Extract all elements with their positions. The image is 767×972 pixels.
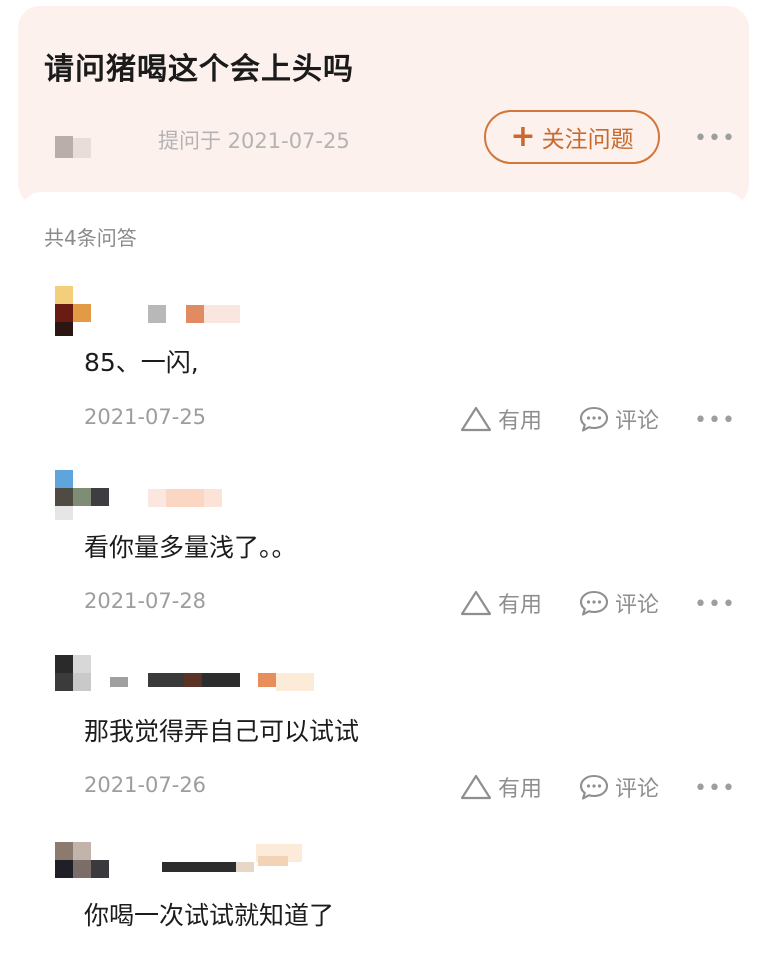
question-header-card (18, 6, 749, 206)
comment-label: 评论 (615, 777, 660, 802)
comment-button[interactable]: 评论 (579, 403, 659, 435)
avatar[interactable] (55, 655, 95, 707)
comment-label: 评论 (615, 409, 660, 434)
useful-button[interactable]: 有用 (460, 403, 542, 435)
user-name[interactable] (110, 673, 320, 697)
useful-label: 有用 (498, 593, 543, 618)
plus-icon: + (510, 119, 536, 154)
more-dots-icon[interactable]: ••• (694, 778, 736, 800)
user-name[interactable] (140, 305, 320, 329)
answer-text: 看你量多量浅了。。 (84, 533, 297, 562)
avatar[interactable] (55, 470, 109, 522)
more-dots-icon[interactable]: ••• (694, 594, 736, 616)
avatar[interactable] (55, 286, 95, 338)
avatar[interactable] (55, 842, 109, 894)
user-name[interactable] (140, 489, 320, 513)
answer-text: 你喝一次试试就知道了 (84, 901, 335, 930)
useful-button[interactable]: 有用 (460, 771, 542, 803)
answer-text: 那我觉得弄自己可以试试 (84, 717, 360, 746)
answer-text: 85、一闪, (84, 348, 199, 377)
answer-count: 共4条问答 (44, 226, 137, 250)
answer-date: 2021-07-26 (84, 773, 207, 797)
answers-card (20, 192, 747, 972)
answer-date: 2021-07-25 (84, 405, 207, 429)
triangle-outline-icon (460, 406, 492, 432)
asker-avatar[interactable] (55, 136, 95, 158)
more-dots-icon[interactable]: ••• (694, 128, 736, 150)
useful-label: 有用 (498, 409, 543, 434)
user-name[interactable] (140, 844, 320, 872)
comment-button[interactable]: 评论 (579, 587, 659, 619)
more-dots-icon[interactable]: ••• (694, 410, 736, 432)
comment-label: 评论 (615, 593, 660, 618)
triangle-outline-icon (460, 774, 492, 800)
asked-date: 提问于 2021-07-25 (158, 129, 350, 153)
useful-button[interactable]: 有用 (460, 587, 542, 619)
useful-label: 有用 (498, 777, 543, 802)
follow-question-label: 关注问题 (541, 127, 634, 153)
answer-date: 2021-07-28 (84, 589, 207, 613)
triangle-outline-icon (460, 590, 492, 616)
comment-button[interactable]: 评论 (579, 771, 659, 803)
question-title: 请问猪喝这个会上头吗 (44, 52, 354, 87)
speech-bubble-icon (579, 590, 609, 616)
follow-question-button[interactable]: + 关注问题 (484, 110, 660, 164)
speech-bubble-icon (579, 406, 609, 432)
speech-bubble-icon (579, 774, 609, 800)
